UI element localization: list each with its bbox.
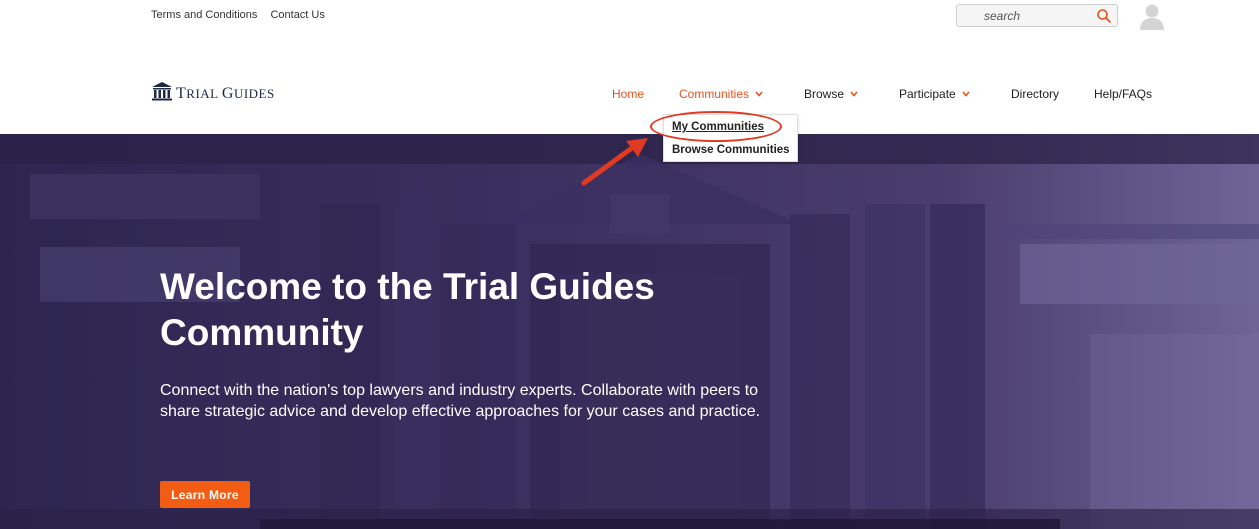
- main-header: TRIAL GUIDES Home Communities Browse Par…: [0, 70, 1259, 120]
- nav-browse[interactable]: Browse: [804, 87, 858, 101]
- nav-participate[interactable]: Participate: [899, 87, 970, 101]
- search-icon[interactable]: [1096, 8, 1112, 24]
- chevron-down-icon: [962, 91, 970, 97]
- utility-links: Terms and Conditions Contact Us: [151, 9, 335, 21]
- hero-subtitle: Connect with the nation's top lawyers an…: [160, 382, 761, 420]
- learn-more-button[interactable]: Learn More: [160, 481, 250, 508]
- nav-help[interactable]: Help/FAQs: [1094, 87, 1152, 101]
- chevron-down-icon: [755, 91, 763, 97]
- user-avatar-icon[interactable]: [1139, 2, 1165, 30]
- nav-directory[interactable]: Directory: [1011, 87, 1059, 101]
- logo[interactable]: TRIAL GUIDES: [151, 81, 275, 106]
- contact-link[interactable]: Contact Us: [270, 9, 324, 21]
- logo-text: TRIAL GUIDES: [176, 84, 275, 102]
- terms-link[interactable]: Terms and Conditions: [151, 9, 257, 21]
- nav-home[interactable]: Home: [612, 87, 644, 101]
- search-input[interactable]: [957, 5, 1087, 26]
- dropdown-item-browse-communities[interactable]: Browse Communities: [672, 144, 790, 156]
- search-box: [956, 4, 1118, 27]
- communities-dropdown: My Communities Browse Communities: [663, 114, 798, 162]
- utility-bar: Terms and Conditions Contact Us: [0, 0, 1259, 32]
- hero-banner: Welcome to the Trial Guides Community Co…: [0, 134, 1259, 529]
- courthouse-columns-icon: [151, 81, 173, 106]
- chevron-down-icon: [850, 91, 858, 97]
- nav-communities[interactable]: Communities: [679, 87, 763, 101]
- dropdown-item-my-communities[interactable]: My Communities: [672, 121, 764, 133]
- hero-title: Welcome to the Trial Guides Community: [160, 266, 655, 353]
